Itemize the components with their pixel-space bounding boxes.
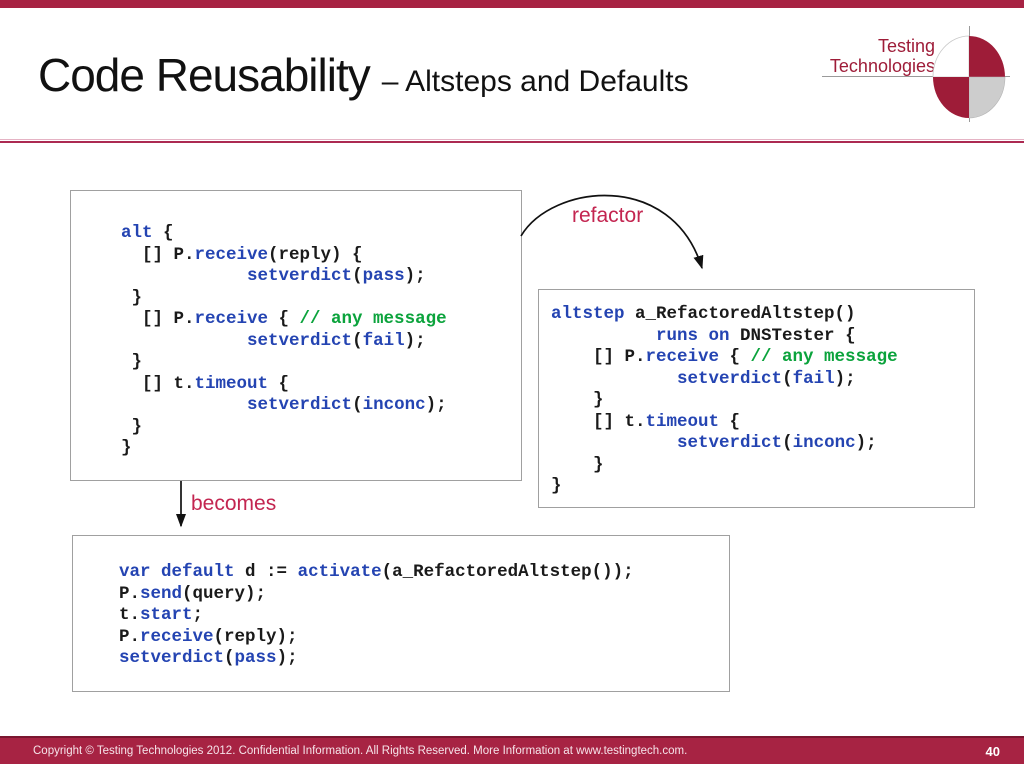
footer-bar: Copyright © Testing Technologies 2012. C…: [0, 736, 1024, 764]
page-title: Code Reusability: [38, 49, 371, 101]
code-refactored-altstep: altstep a_RefactoredAltstep() runs on DN…: [551, 304, 898, 496]
becomes-label: becomes: [191, 492, 277, 515]
code-box-default-activation: var default d := activate(a_RefactoredAl…: [72, 535, 730, 692]
top-accent-bar: [0, 0, 1024, 8]
code-alt-statement: alt { [] P.receive(reply) { setverdict(p…: [121, 223, 447, 458]
logo-line1: Testing: [877, 36, 935, 56]
slide-header: Code Reusability – Altsteps and Defaults: [38, 48, 689, 102]
page-subtitle: – Altsteps and Defaults: [381, 65, 689, 98]
slide: Code Reusability – Altsteps and Defaults…: [0, 0, 1024, 768]
code-default-activation: var default d := activate(a_RefactoredAl…: [119, 562, 634, 668]
footer-copyright-text: Copyright © Testing Technologies 2012. C…: [33, 745, 688, 757]
code-box-alt-statement: alt { [] P.receive(reply) { setverdict(p…: [70, 190, 522, 481]
logo-line2: Technologies: [829, 56, 935, 76]
logo-wordmark: Testing Technologies: [725, 36, 935, 76]
title-divider-glow: [0, 139, 1024, 140]
page-number: 40: [985, 743, 1000, 759]
code-box-refactored-altstep: altstep a_RefactoredAltstep() runs on DN…: [538, 289, 975, 508]
logo-pie-icon: [932, 35, 1006, 119]
title-divider-line: [0, 141, 1024, 143]
refactor-label: refactor: [572, 204, 644, 227]
